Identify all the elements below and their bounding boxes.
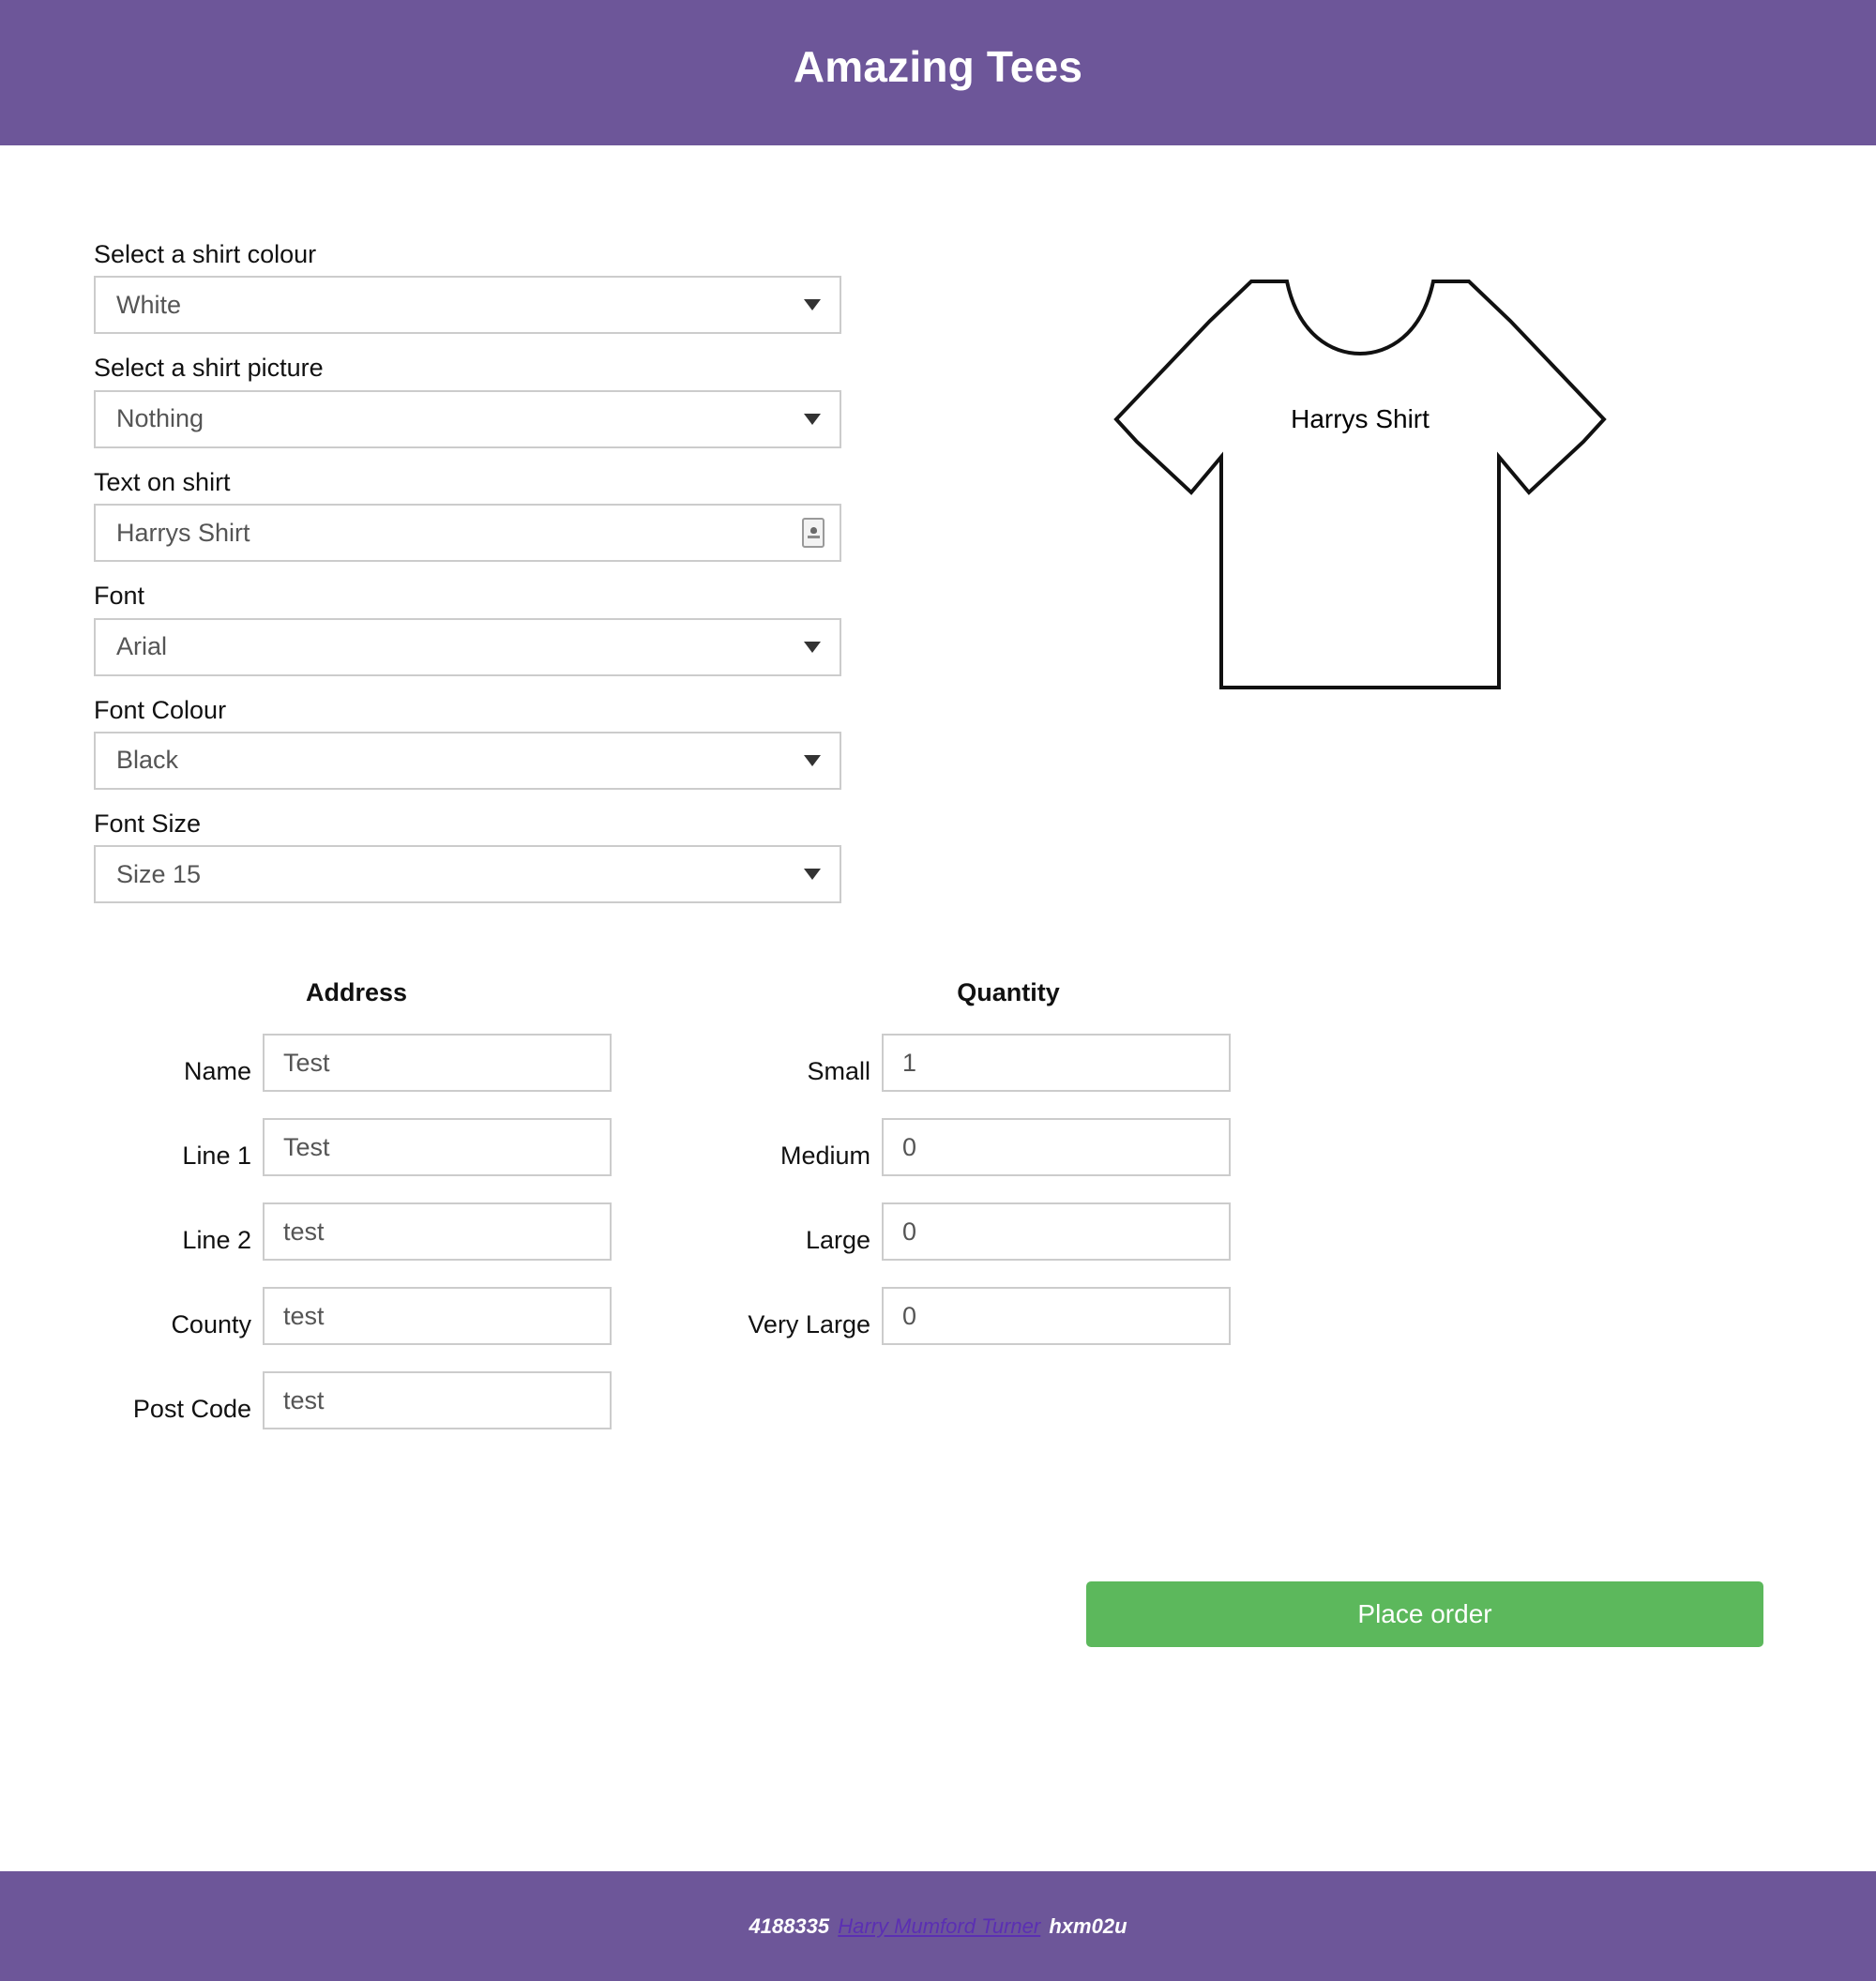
- address-value-line1: Test: [283, 1132, 330, 1161]
- autofill-line-glyph: [807, 536, 820, 539]
- field-group-shirt-text: Text on shirt Harrys Shirt: [94, 467, 844, 563]
- font-size-value: Size 15: [116, 859, 202, 888]
- place-order-button[interactable]: Place order: [1086, 1581, 1763, 1648]
- tshirt-outline-icon: [1113, 280, 1607, 689]
- chevron-down-icon: [804, 641, 821, 653]
- address-row-line1: Line 1 Test: [94, 1112, 722, 1177]
- quantity-label-small: Small: [807, 1057, 870, 1086]
- shirt-colour-label: Select a shirt colour: [94, 240, 317, 268]
- footer-username: hxm02u: [1049, 1913, 1127, 1938]
- quantity-input-very-large[interactable]: 0: [882, 1287, 1231, 1346]
- font-colour-select[interactable]: Black: [94, 731, 841, 790]
- shirt-text-value: Harrys Shirt: [116, 518, 250, 547]
- address-input-name[interactable]: Test: [263, 1034, 612, 1093]
- quantity-row-very-large: Very Large 0: [732, 1281, 1445, 1346]
- quantity-row-small: Small 1: [732, 1028, 1445, 1093]
- quantity-label-large: Large: [805, 1226, 870, 1255]
- font-colour-label: Font Colour: [94, 695, 227, 724]
- chevron-down-icon: [804, 754, 821, 766]
- address-row-name: Name Test: [94, 1028, 722, 1093]
- address-value-line2: test: [283, 1217, 325, 1246]
- builder-form: Select a shirt colour White Select a shi…: [0, 239, 844, 922]
- font-select[interactable]: Arial: [94, 617, 841, 676]
- field-group-shirt-picture: Select a shirt picture Nothing: [94, 353, 844, 448]
- address-input-line2[interactable]: test: [263, 1202, 612, 1262]
- footer-credits: 4188335 Harry Mumford Turner hxm02u: [749, 1914, 1127, 1939]
- shirt-text-input[interactable]: Harrys Shirt: [94, 504, 841, 563]
- chevron-down-icon: [804, 413, 821, 425]
- font-value: Arial: [116, 632, 168, 661]
- shirt-preview: Harrys Shirt: [1097, 249, 1623, 699]
- quantity-value-medium: 0: [902, 1132, 917, 1161]
- details-section: Address Name Test Line 1 Test Line 2 tes…: [0, 922, 1876, 1450]
- footer-student-id: 4188335: [749, 1913, 830, 1938]
- address-row-postcode: Post Code test: [94, 1366, 722, 1430]
- quantity-value-small: 1: [902, 1048, 917, 1077]
- quantity-value-large: 0: [902, 1217, 917, 1246]
- address-input-county[interactable]: test: [263, 1287, 612, 1346]
- field-group-font: Font Arial: [94, 581, 844, 676]
- shirt-builder-section: Select a shirt colour White Select a shi…: [0, 145, 1876, 922]
- quantity-label-medium: Medium: [779, 1142, 870, 1171]
- quantity-input-small[interactable]: 1: [882, 1034, 1231, 1093]
- field-group-font-colour: Font Colour Black: [94, 695, 844, 790]
- chevron-down-icon: [804, 869, 821, 881]
- shirt-preview-column: Harrys Shirt: [844, 239, 1876, 699]
- shirt-text-label: Text on shirt: [94, 467, 231, 496]
- field-group-shirt-colour: Select a shirt colour White: [94, 239, 844, 335]
- quantity-input-medium[interactable]: 0: [882, 1118, 1231, 1177]
- address-input-line1[interactable]: Test: [263, 1118, 612, 1177]
- footer-author-link[interactable]: Harry Mumford Turner: [838, 1914, 1040, 1938]
- quantity-value-very-large: 0: [902, 1301, 917, 1330]
- site-footer: 4188335 Harry Mumford Turner hxm02u: [0, 1871, 1876, 1981]
- shirt-colour-select[interactable]: White: [94, 276, 841, 335]
- quantity-input-large[interactable]: 0: [882, 1202, 1231, 1262]
- address-label-postcode: Post Code: [132, 1395, 251, 1424]
- quantity-heading: Quantity: [957, 978, 1060, 1007]
- shirt-preview-text: Harrys Shirt: [1291, 404, 1430, 433]
- address-value-name: Test: [283, 1048, 330, 1077]
- address-label-line1: Line 1: [182, 1142, 251, 1171]
- quantity-row-large: Large 0: [732, 1197, 1445, 1262]
- page-body: Select a shirt colour White Select a shi…: [0, 145, 1876, 1871]
- form-autofill-icon[interactable]: [802, 518, 825, 549]
- autofill-head-glyph: [809, 527, 817, 535]
- font-label: Font: [94, 582, 145, 611]
- address-label-name: Name: [183, 1057, 251, 1086]
- quantity-section: Quantity Small 1 Medium 0 Large 0 Very L…: [722, 978, 1445, 1450]
- order-action-row: Place order: [0, 1450, 1876, 1648]
- address-section: Address Name Test Line 1 Test Line 2 tes…: [0, 978, 722, 1450]
- chevron-down-icon: [804, 299, 821, 311]
- site-header: Amazing Tees: [0, 0, 1876, 145]
- shirt-colour-value: White: [116, 290, 182, 319]
- shirt-picture-select[interactable]: Nothing: [94, 389, 841, 448]
- address-label-line2: Line 2: [182, 1226, 251, 1255]
- page-title: Amazing Tees: [793, 41, 1083, 91]
- quantity-row-medium: Medium 0: [732, 1112, 1445, 1177]
- quantity-label-very-large: Very Large: [748, 1310, 870, 1339]
- font-size-select[interactable]: Size 15: [94, 845, 841, 904]
- shirt-picture-value: Nothing: [116, 404, 204, 433]
- field-group-font-size: Font Size Size 15: [94, 809, 844, 904]
- address-row-county: County test: [94, 1281, 722, 1346]
- address-label-county: County: [171, 1310, 251, 1339]
- shirt-picture-label: Select a shirt picture: [94, 354, 324, 383]
- address-value-postcode: test: [283, 1385, 325, 1414]
- address-value-county: test: [283, 1301, 325, 1330]
- address-row-line2: Line 2 test: [94, 1197, 722, 1262]
- font-size-label: Font Size: [94, 809, 202, 838]
- address-input-postcode[interactable]: test: [263, 1371, 612, 1430]
- address-heading: Address: [305, 978, 408, 1007]
- font-colour-value: Black: [116, 746, 179, 775]
